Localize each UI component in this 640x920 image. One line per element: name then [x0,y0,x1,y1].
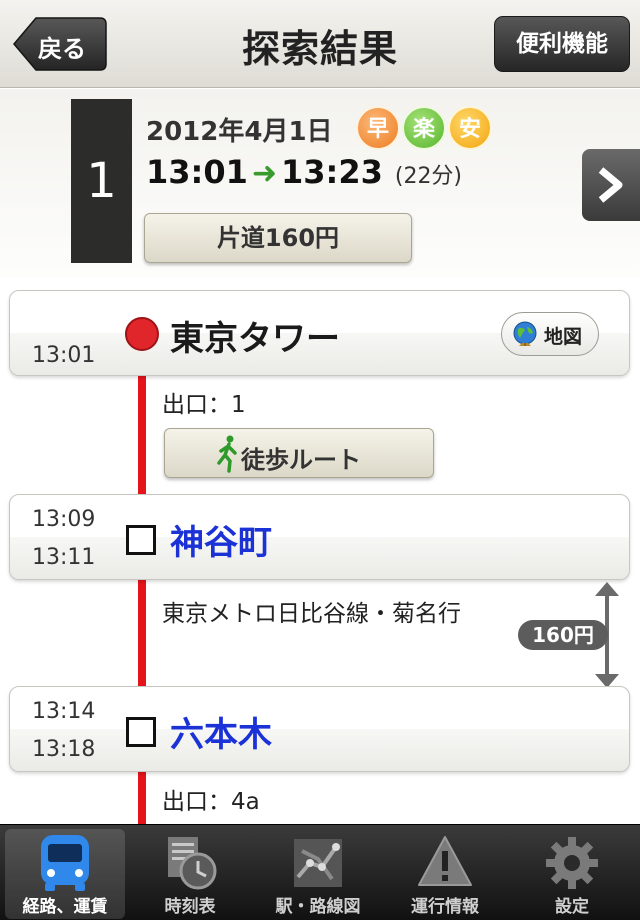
station-marker-icon [126,525,156,555]
route-badges: 早 楽 安 [356,106,492,150]
arrow-right-icon: ➜ [251,156,277,191]
train-line-info: 東京メトロ日比谷線・菊名行 [162,601,461,627]
next-route-button[interactable] [582,149,640,221]
tab-station-map-label: 駅・路線図 [275,897,361,917]
destination-station-card[interactable]: 13:14 13:18 六本木 [9,686,630,772]
route-number: 1 [71,99,132,263]
tab-settings-label: 設定 [555,897,589,917]
chevron-right-icon [598,167,623,203]
stop2-depart-time: 13:18 [32,737,96,762]
walking-person-icon [217,435,237,473]
exit-info-destination: 出口：4a [162,789,260,815]
origin-station-name: 東京タワー [170,319,340,359]
tab-timetable-label: 時刻表 [164,897,216,917]
depart-time: 13:01 [146,153,248,191]
fare-button[interactable]: 片道160円 [144,213,412,263]
walking-route-label: 徒歩ルート [241,446,361,474]
tab-settings[interactable]: 設定 [512,829,632,919]
walking-route-button[interactable]: 徒歩ルート [164,428,434,478]
trip-duration: (22分) [394,164,463,189]
stop1-station-name[interactable]: 神谷町 [170,515,272,564]
tab-station-map[interactable]: 駅・路線図 [258,829,378,919]
cheapest-badge: 安 [448,106,492,150]
origin-depart-time: 13:01 [32,343,96,368]
warning-icon [418,836,472,886]
bus-icon [41,835,89,891]
utility-button[interactable]: 便利機能 [494,16,630,72]
arrive-time: 13:23 [281,153,383,191]
segment-fare: 160円 [518,620,608,650]
tab-bar: 経路、運賃 時刻表 駅・路線図 運行情報 設定 [0,824,640,920]
exit-segment-line [138,770,146,824]
transfer-station-card[interactable]: 13:09 13:11 神谷町 [9,494,630,580]
timetable-clock-icon [168,837,217,890]
station-marker-icon [126,717,156,747]
tab-service-info-label: 運行情報 [411,897,479,917]
origin-station-card[interactable]: 13:01 東京タワー 地図 [9,290,630,376]
map-button-label: 地図 [544,326,583,348]
route-map-icon [294,839,342,887]
map-button[interactable]: 地図 [501,312,599,356]
tab-route-fare[interactable]: 経路、運賃 [5,829,125,919]
easiest-badge: 楽 [402,106,446,150]
stop2-arrive-time: 13:14 [32,699,96,724]
train-segment-line [138,578,146,688]
stop1-depart-time: 13:11 [32,545,96,570]
origin-marker-icon [125,317,159,351]
exit-info: 出口：1 [162,392,246,418]
route-summary: 1 2012年4月1日 早 楽 安 13:01 ➜ 13:23 (22分) 片道… [0,89,640,277]
walk-segment-line [138,376,146,494]
stop1-arrive-time: 13:09 [32,507,96,532]
navigation-bar: 戻る 探索結果 便利機能 [0,0,640,88]
tab-route-fare-label: 経路、運賃 [22,897,108,917]
gear-icon [546,837,598,889]
trip-times: 13:01 ➜ 13:23 (22分) [146,153,462,191]
tab-service-info[interactable]: 運行情報 [385,829,505,919]
travel-date: 2012年4月1日 [146,117,333,147]
tab-timetable[interactable]: 時刻表 [130,829,250,919]
fastest-badge: 早 [356,106,400,150]
globe-icon [513,321,537,346]
stop2-station-name[interactable]: 六本木 [170,707,272,756]
